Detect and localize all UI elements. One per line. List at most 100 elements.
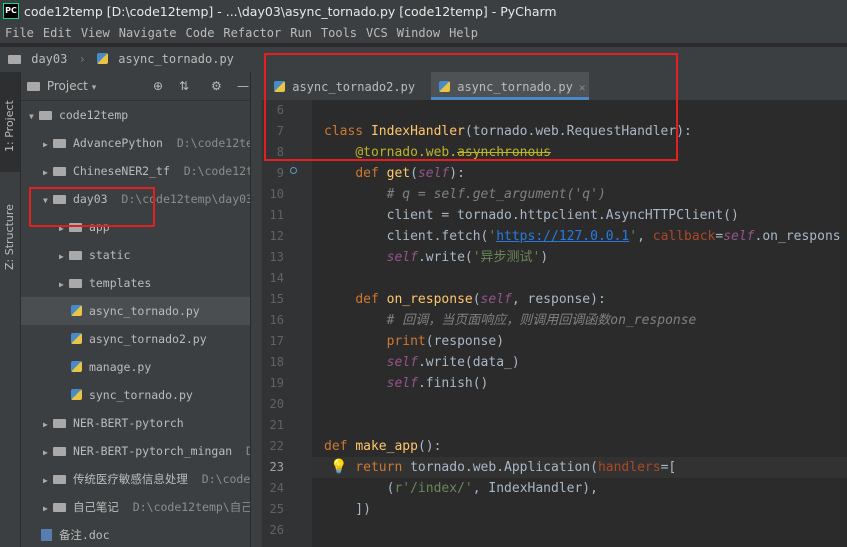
- menu-tools[interactable]: Tools: [316, 23, 361, 43]
- panel-splitter[interactable]: [250, 72, 262, 547]
- line-number: 15: [269, 292, 284, 306]
- tree-item-label: code12temp: [58, 108, 129, 122]
- line-number: 17: [269, 334, 284, 348]
- lightbulb-icon[interactable]: 💡: [330, 459, 347, 475]
- line-number: 19: [269, 376, 284, 390]
- code-line-24: (r'/index/', IndexHandler),: [324, 481, 598, 496]
- tree-item-async-tornado[interactable]: async_tornado.py: [21, 297, 250, 325]
- tree-item-label: 传统医疗敏感信息处理: [72, 472, 188, 486]
- tree-item-manage[interactable]: manage.py: [21, 353, 250, 381]
- menu-navigate[interactable]: Navigate: [114, 23, 181, 43]
- folder-icon: [69, 279, 82, 288]
- collapsed-arrow-icon[interactable]: ▶: [43, 411, 53, 439]
- menu-file[interactable]: File: [0, 23, 38, 43]
- collapsed-arrow-icon[interactable]: ▶: [43, 131, 53, 159]
- breadcrumb-file[interactable]: async_tornado.py: [118, 52, 234, 66]
- tree-item-label: sync_tornado.py: [88, 388, 193, 402]
- menu-bar: File Edit View Navigate Code Refactor Run Tools…: [0, 23, 847, 43]
- folder-icon: [8, 55, 21, 64]
- line-number: 12: [269, 229, 284, 243]
- left-tool-strip: 1: Project Z: Structure: [0, 72, 21, 547]
- code-line-13: self.write('异步测试'): [386, 250, 549, 265]
- tree-item-doc[interactable]: 备注.doc: [21, 521, 250, 547]
- tree-item-code12temp[interactable]: ▼ code12temp: [21, 101, 250, 129]
- tree-item-label: templates: [88, 276, 152, 290]
- project-tool-tab[interactable]: 1: Project: [0, 72, 20, 172]
- dropdown-arrow-icon[interactable]: ▾: [92, 83, 97, 93]
- document-file-icon: [41, 529, 52, 541]
- tree-item-label: static: [88, 248, 131, 262]
- code-line-10: # q = self.get_argument('q'): [386, 187, 606, 202]
- line-number: 20: [269, 397, 284, 411]
- tree-item-label: ChineseNER2_tf: [72, 164, 170, 178]
- tree-item-templates[interactable]: ▶ templates: [21, 269, 250, 297]
- menu-view[interactable]: View: [76, 23, 114, 43]
- tree-item-medical[interactable]: ▶ 传统医疗敏感信息处理 D:\code1: [21, 465, 250, 493]
- collapsed-arrow-icon[interactable]: ▶: [43, 439, 53, 467]
- code-line-11: client = tornado.httpclient.AsyncHTTPCli…: [324, 208, 739, 223]
- tree-item-advancepython[interactable]: ▶ AdvancePython D:\code12te: [21, 129, 250, 157]
- code-line-16: # 回调，当页面响应，则调用回调函数on_response: [386, 313, 697, 328]
- menu-window[interactable]: Window: [392, 23, 444, 43]
- tree-item-label: AdvancePython: [72, 136, 163, 150]
- collapse-all-icon[interactable]: ⇅: [179, 72, 189, 100]
- folder-icon: [69, 251, 82, 260]
- menu-code[interactable]: Code: [181, 23, 219, 43]
- line-number: 11: [269, 208, 284, 222]
- line-number: 22: [269, 439, 284, 453]
- line-number-current: 23: [269, 460, 284, 474]
- code-line-22: def make_app():: [324, 439, 442, 454]
- folder-icon: [53, 475, 66, 484]
- breadcrumb-folder[interactable]: day03: [31, 52, 67, 66]
- tree-item-notes[interactable]: ▶ 自己笔记 D:\code12temp\自己: [21, 493, 250, 521]
- menu-run[interactable]: Run: [285, 23, 316, 43]
- menu-refactor[interactable]: Refactor: [218, 23, 285, 43]
- menu-help[interactable]: Help: [444, 23, 482, 43]
- hide-panel-icon[interactable]: —: [237, 72, 249, 100]
- collapsed-arrow-icon[interactable]: ▶: [43, 467, 53, 495]
- folder-icon: [53, 139, 66, 148]
- project-panel-title[interactable]: Project: [47, 79, 88, 93]
- tree-item-label: NER-BERT-pytorch: [72, 416, 184, 430]
- tree-item-path: D:\code12temp\自己: [132, 500, 250, 514]
- tree-item-label: async_tornado2.py: [88, 332, 207, 346]
- tree-item-label: 自己笔记: [72, 500, 119, 514]
- project-tool-tab-label: 1: Project: [3, 100, 16, 152]
- tree-item-static[interactable]: ▶ static: [21, 241, 250, 269]
- python-file-icon: [71, 333, 82, 344]
- code-line-23: return tornado.web.Application(handlers=…: [312, 457, 847, 478]
- menu-edit[interactable]: Edit: [38, 23, 76, 43]
- annotation-box: [29, 187, 155, 227]
- python-file-icon: [97, 53, 109, 64]
- tree-item-chinesener2[interactable]: ▶ ChineseNER2_tf D:\code12t: [21, 157, 250, 185]
- expanded-arrow-icon[interactable]: ▼: [29, 103, 39, 131]
- gear-icon[interactable]: ⚙: [211, 72, 222, 100]
- tree-item-ner-bert[interactable]: ▶ NER-BERT-pytorch: [21, 409, 250, 437]
- code-line-9: def get(self):: [355, 166, 465, 181]
- menu-vcs[interactable]: VCS: [361, 23, 392, 43]
- override-marker-icon[interactable]: [290, 167, 297, 174]
- tree-item-label: manage.py: [88, 360, 152, 374]
- line-number: 13: [269, 250, 284, 264]
- line-number: 9: [276, 166, 284, 180]
- python-file-icon: [71, 389, 82, 400]
- code-editor[interactable]: class IndexHandler(tornado.web.RequestHa…: [312, 100, 847, 547]
- collapsed-arrow-icon[interactable]: ▶: [59, 271, 69, 299]
- collapsed-arrow-icon[interactable]: ▶: [43, 159, 53, 187]
- line-number: 25: [269, 502, 284, 516]
- target-icon[interactable]: ⊕: [153, 72, 163, 100]
- code-line-12: client.fetch('https://127.0.0.1', callba…: [324, 229, 841, 244]
- collapsed-arrow-icon[interactable]: ▶: [43, 495, 53, 523]
- annotation-box: [264, 53, 678, 161]
- code-line-15: def on_response(self, response):: [355, 292, 606, 307]
- python-file-icon: [71, 305, 82, 316]
- structure-tool-tab[interactable]: Z: Structure: [0, 182, 20, 272]
- python-file-icon: [71, 361, 82, 372]
- tree-item-ner-bert-mingan[interactable]: ▶ NER-BERT-pytorch_mingan D: [21, 437, 250, 465]
- tree-item-async-tornado2[interactable]: async_tornado2.py: [21, 325, 250, 353]
- title-bar: PC code12temp [D:\code12temp] - ...\day0…: [0, 0, 847, 23]
- collapsed-arrow-icon[interactable]: ▶: [59, 243, 69, 271]
- tree-item-sync-tornado[interactable]: sync_tornado.py: [21, 381, 250, 409]
- tree-item-path: D:\code12te: [176, 136, 250, 150]
- line-number: 24: [269, 481, 284, 495]
